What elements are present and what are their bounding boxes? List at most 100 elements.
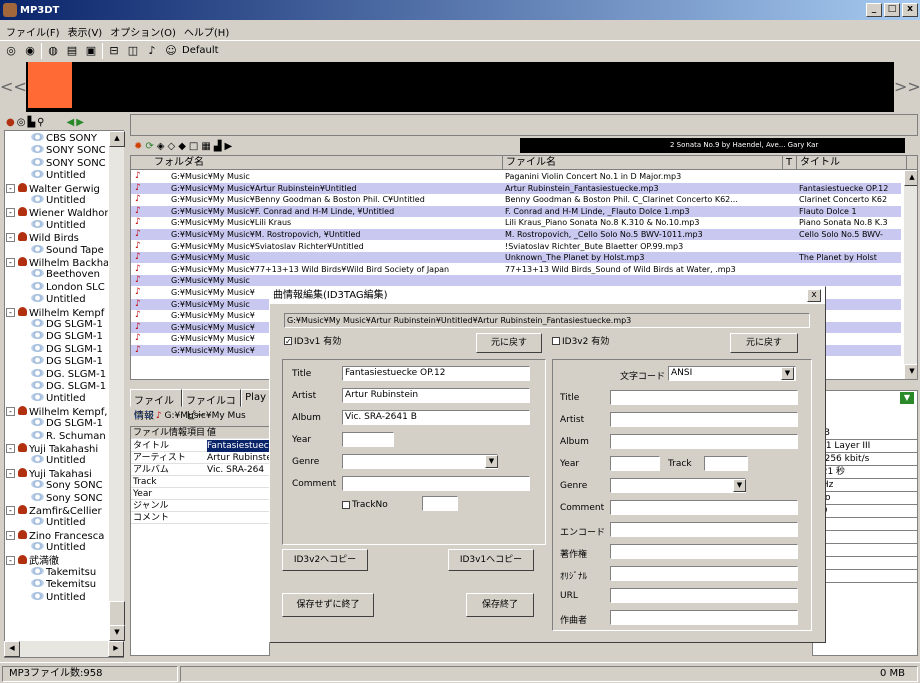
v2-album-input[interactable]: [610, 434, 798, 449]
list-scrollbar[interactable]: ▲ ▼: [903, 170, 917, 379]
tree-album-node[interactable]: Takemitsu: [31, 567, 96, 579]
tree-artist-node[interactable]: Zino Francesca: [18, 529, 104, 542]
v1-genre-select[interactable]: [342, 454, 498, 469]
tree-artist-node[interactable]: Yuji Takahashi: [18, 443, 98, 455]
tree-album-node[interactable]: Untitled: [31, 195, 86, 207]
window-icon[interactable]: □: [189, 141, 198, 152]
file-list-row[interactable]: ♪ G:¥Music¥My Music¥Benny Goodman & Bosto…: [131, 194, 901, 205]
arrow-right-icon[interactable]: ▶: [76, 117, 84, 128]
v1-artist-input[interactable]: Artur Rubinstein: [342, 388, 530, 403]
arrow-down-icon[interactable]: ▼: [900, 392, 914, 404]
tree-album-node[interactable]: DG. SLGM-1: [31, 368, 106, 381]
tree-expand-toggle[interactable]: -: [6, 555, 15, 565]
arrow-left-icon[interactable]: ◀: [67, 117, 75, 128]
v2-encoding-select[interactable]: ANSI: [668, 366, 796, 381]
v1-album-input[interactable]: Vic. SRA-2641 B: [342, 410, 530, 425]
v2-encoder-input[interactable]: [610, 522, 798, 537]
tree-album-node[interactable]: Sony SONC: [31, 492, 103, 505]
tree-album-node[interactable]: Untitled: [31, 219, 86, 232]
tag-icon[interactable]: ▤: [64, 43, 80, 59]
file-list-row[interactable]: ♪ G:¥Music¥My Music Unknown_The Planet by …: [131, 252, 901, 264]
tab-play[interactable]: Play: [241, 389, 270, 407]
scroll-down-icon[interactable]: ▼: [109, 625, 125, 641]
tree-expand-toggle[interactable]: -: [6, 506, 15, 515]
tree-album-node[interactable]: DG. SLGM-1: [31, 381, 106, 393]
tree-album-node[interactable]: DG SLGM-1: [31, 319, 103, 331]
v2-artist-input[interactable]: [610, 412, 798, 427]
file-list-row[interactable]: ♪ G:¥Music¥My Music¥Sviatoslav Richter¥Un…: [131, 241, 901, 252]
copy-to-v2-button[interactable]: ID3v2へコピー: [282, 549, 368, 571]
save-icon[interactable]: ▣: [83, 43, 99, 59]
split-horizontal-icon[interactable]: ⊟: [106, 43, 122, 59]
tree-artist-node[interactable]: Wilhelm Backha: [18, 257, 109, 269]
dialog-close-button[interactable]: x: [807, 289, 821, 302]
tree-album-node[interactable]: SONY SONC: [31, 157, 106, 170]
tree-album-node[interactable]: Tekemitsu: [31, 579, 96, 591]
menu-view[interactable]: 表示(V): [68, 24, 103, 39]
minimize-button[interactable]: _: [866, 3, 882, 17]
play-icon[interactable]: ▶: [225, 141, 233, 152]
v1-revert-button[interactable]: 元に戻す: [476, 333, 542, 353]
tree-album-node[interactable]: Sound Tape: [31, 244, 104, 257]
chevron-down-icon[interactable]: ▼: [485, 455, 498, 468]
tag-edit-icon[interactable]: ◇: [167, 141, 175, 152]
tree-album-node[interactable]: SONY SONC: [31, 145, 106, 157]
v2-track-input[interactable]: [704, 456, 748, 471]
tree-expand-toggle[interactable]: -: [6, 530, 15, 540]
v2-genre-select[interactable]: [610, 478, 746, 493]
v1-title-input[interactable]: Fantasiestuecke OP.12: [342, 366, 530, 381]
tree-expand-toggle[interactable]: -: [6, 183, 15, 193]
tree-artist-node[interactable]: Walter Gerwig: [18, 182, 100, 195]
close-button[interactable]: x: [902, 3, 918, 17]
tree-album-node[interactable]: DG SLGM-1: [31, 418, 103, 430]
tree-expand-toggle[interactable]: -: [6, 444, 15, 453]
file-list-row[interactable]: ♪ G:¥Music¥My Music¥F. Conrad and H-M Lin…: [131, 205, 901, 217]
checkbox-icon[interactable]: ☑: [145, 411, 153, 421]
chevron-down-icon[interactable]: ▼: [781, 367, 794, 380]
chart-icon[interactable]: ▙: [27, 117, 35, 128]
v1-trackno-checkbox[interactable]: TrackNo: [342, 500, 388, 510]
v1-trackno-input[interactable]: [422, 496, 458, 511]
tree-album-node[interactable]: R. Schuman: [31, 430, 106, 443]
tag-icon[interactable]: ◈: [157, 141, 165, 152]
v2-copyright-input[interactable]: [610, 544, 798, 559]
profile-icon[interactable]: ☺: [163, 43, 179, 59]
magnifier-icon[interactable]: ⚲: [37, 117, 44, 128]
info-row[interactable]: コメント: [131, 512, 269, 524]
tree-album-node[interactable]: DG SLGM-1: [31, 331, 103, 343]
disc-search-icon[interactable]: ◉: [22, 43, 38, 59]
player-prev-button[interactable]: <<: [0, 62, 27, 112]
tree-album-node[interactable]: Untitled: [31, 542, 86, 554]
v2-original-input[interactable]: [610, 566, 798, 581]
info-row[interactable]: Track: [131, 476, 269, 488]
tab-file-info[interactable]: ファイル情報: [130, 389, 182, 422]
chevron-down-icon[interactable]: ▼: [733, 479, 746, 492]
menu-help[interactable]: ヘルプ(H): [184, 24, 229, 39]
tree-hscrollbar[interactable]: ◀ ▶: [4, 641, 124, 657]
tree-album-node[interactable]: Untitled: [31, 591, 86, 604]
checkbox-icon[interactable]: ☑: [134, 411, 142, 421]
tree-artist-node[interactable]: Yuji Takahasi: [18, 467, 92, 480]
player-next-button[interactable]: >>: [894, 62, 920, 112]
fire-icon[interactable]: ✹: [134, 141, 142, 152]
file-list-row[interactable]: ♪ G:¥Music¥My Music: [131, 275, 901, 287]
tree-album-node[interactable]: Untitled: [31, 170, 86, 182]
tree-album-node[interactable]: Beethoven: [31, 269, 100, 281]
tree-album-node[interactable]: Untitled: [31, 294, 86, 306]
chart-icon[interactable]: ▟: [214, 141, 222, 152]
header-type[interactable]: T: [783, 156, 797, 170]
v2-url-input[interactable]: [610, 588, 798, 603]
scroll-up-icon[interactable]: ▲: [904, 170, 917, 186]
scroll-left-icon[interactable]: ◀: [4, 641, 20, 657]
tree-artist-node[interactable]: Wilhelm Kempf: [18, 306, 104, 319]
tree-expand-toggle[interactable]: -: [6, 233, 15, 243]
profile-label[interactable]: Default: [182, 45, 219, 56]
info-row[interactable]: アーティスト Artur Rubinste: [131, 452, 269, 464]
person-icon[interactable]: ●: [6, 117, 15, 128]
scroll-right-icon[interactable]: ▶: [108, 641, 124, 657]
header-file[interactable]: ファイル名: [503, 156, 783, 170]
disc-edit-icon[interactable]: ◍: [45, 43, 61, 59]
header-folder[interactable]: フォルダ名: [151, 156, 503, 170]
tree-album-node[interactable]: Untitled: [31, 517, 86, 529]
info-row[interactable]: タイトル Fantasiestuec: [131, 440, 269, 452]
